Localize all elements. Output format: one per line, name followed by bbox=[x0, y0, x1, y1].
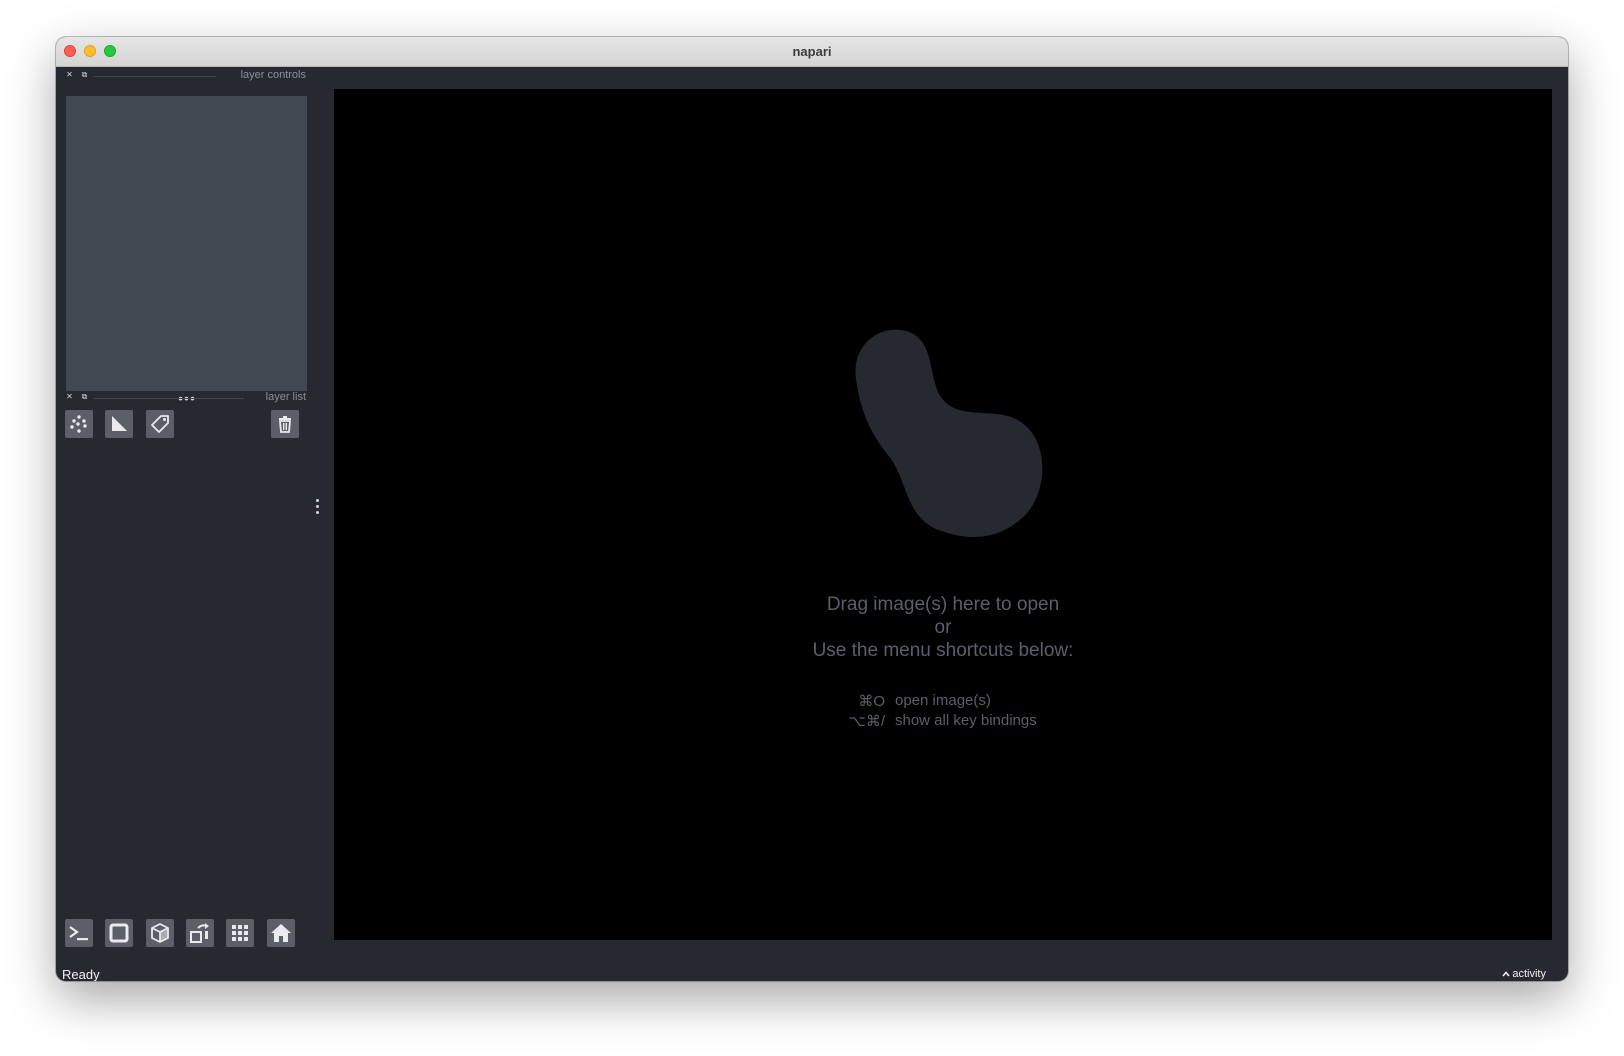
activity-label: activity bbox=[1512, 968, 1546, 980]
app-window: napari ✕ ⧉ layer controls ••• ✕ ⧉ layer … bbox=[56, 37, 1568, 981]
new-labels-layer-button[interactable] bbox=[146, 410, 174, 438]
grid-icon bbox=[232, 925, 248, 941]
points-icon bbox=[70, 415, 87, 433]
roll-icon bbox=[190, 923, 209, 943]
layer-list-title: layer list bbox=[265, 391, 306, 403]
window-title: napari bbox=[792, 44, 832, 59]
new-shapes-layer-button[interactable] bbox=[105, 410, 133, 438]
float-icon[interactable]: ⧉ bbox=[80, 393, 89, 401]
2d-3d-toggle-button[interactable] bbox=[105, 919, 133, 947]
shortcut-key: ⌘O bbox=[858, 693, 885, 710]
shapes-icon bbox=[112, 416, 127, 431]
shortcut-row: ⌘O open image(s) bbox=[334, 692, 1552, 712]
layer-list-header: ✕ ⧉ layer list bbox=[56, 389, 312, 407]
layer-controls-panel bbox=[66, 96, 307, 391]
chevron-up-icon bbox=[1502, 971, 1510, 977]
console-icon bbox=[69, 926, 88, 941]
close-icon[interactable]: ✕ bbox=[65, 393, 74, 401]
welcome-drag-text: Drag image(s) here to open bbox=[826, 594, 1060, 615]
close-icon[interactable]: ✕ bbox=[65, 71, 74, 79]
shortcut-description: show all key bindings bbox=[895, 712, 1037, 729]
delete-layer-button[interactable] bbox=[271, 410, 299, 438]
activity-button[interactable]: activity bbox=[1502, 968, 1546, 980]
shortcut-description: open image(s) bbox=[895, 692, 991, 709]
welcome-menu-text: Use the menu shortcuts below: bbox=[812, 640, 1074, 661]
console-button[interactable] bbox=[65, 919, 93, 947]
header-divider bbox=[94, 76, 216, 77]
reset-view-button[interactable] bbox=[267, 919, 295, 947]
title-bar: napari bbox=[56, 37, 1568, 67]
roll-dims-button[interactable] bbox=[186, 919, 214, 947]
trash-icon bbox=[279, 416, 291, 433]
layer-controls-header: ✕ ⧉ layer controls bbox=[56, 67, 312, 85]
welcome-or-text: or bbox=[934, 617, 952, 638]
new-points-layer-button[interactable] bbox=[65, 410, 93, 438]
square-icon bbox=[109, 923, 129, 943]
layer-controls-title: layer controls bbox=[240, 69, 306, 81]
cube-icon bbox=[151, 923, 169, 943]
header-divider bbox=[94, 398, 244, 399]
labels-icon bbox=[151, 415, 169, 433]
shortcut-key: ⌥⌘/ bbox=[848, 713, 885, 730]
napari-logo-icon bbox=[855, 329, 1043, 538]
home-icon bbox=[271, 924, 291, 942]
ndisplay-button[interactable] bbox=[146, 919, 174, 947]
shortcut-row: ⌥⌘/ show all key bindings bbox=[334, 712, 1552, 732]
grid-view-button[interactable] bbox=[226, 919, 254, 947]
viewer-canvas[interactable]: Drag image(s) here to open or Use the me… bbox=[334, 89, 1552, 940]
status-text: Ready bbox=[62, 967, 100, 981]
dock-resize-handle[interactable] bbox=[314, 499, 320, 517]
float-icon[interactable]: ⧉ bbox=[80, 71, 89, 79]
